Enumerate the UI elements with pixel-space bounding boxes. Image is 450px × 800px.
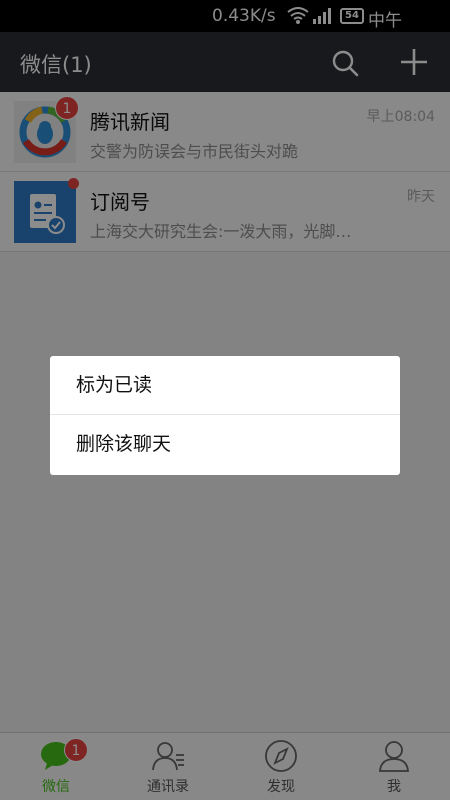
delete-chat-option[interactable]: 删除该聊天 xyxy=(50,415,400,474)
mark-as-read-option[interactable]: 标为已读 xyxy=(50,356,400,415)
context-menu: 标为已读 删除该聊天 xyxy=(50,356,400,475)
